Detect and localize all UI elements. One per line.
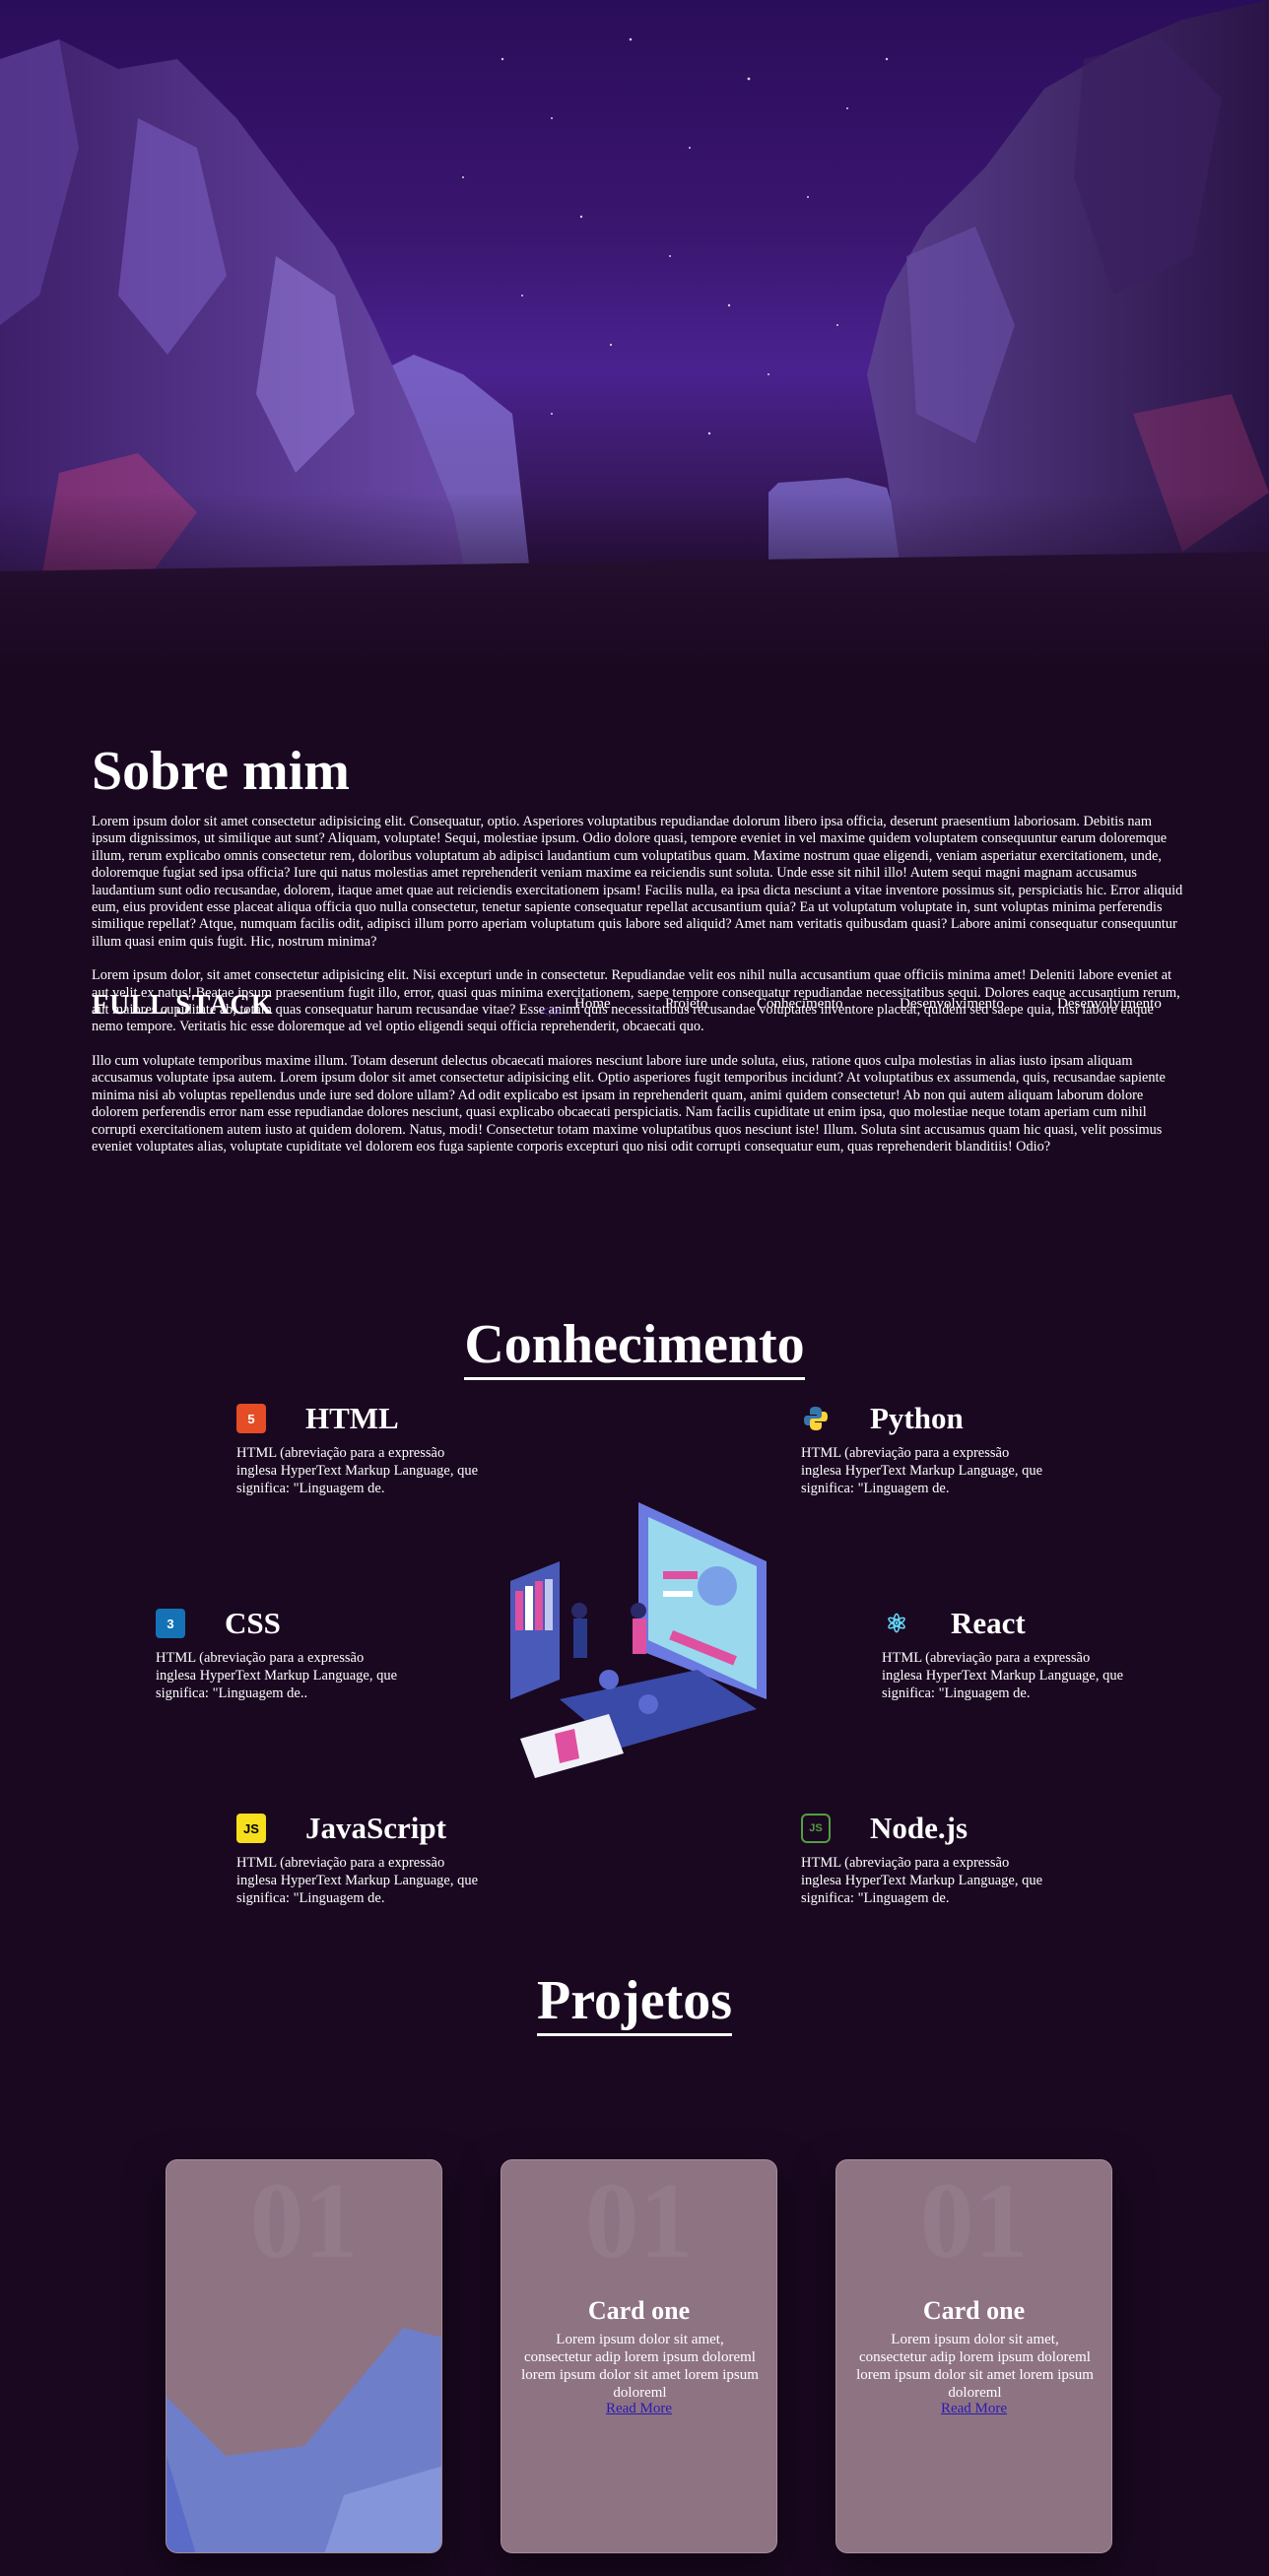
nav-link-desenvolvimento-2[interactable]: Desenvolvimento [1057, 996, 1162, 1013]
skill-desc: HTML (abreviação para a expressão ingles… [236, 1855, 478, 1906]
about-paragraph: Illo cum voluptate temporibus maxime ill… [92, 1052, 1166, 1155]
skill-title: Python [870, 1401, 964, 1435]
brand-logo[interactable]: FULL STACK [92, 990, 274, 1022]
skill-title: JavaScript [305, 1811, 446, 1845]
nav-link-desenvolvimento[interactable]: Desenvolvimento [900, 996, 1004, 1013]
project-card[interactable]: 01 Card one Lorem ipsum dolor sit amet, … [835, 2159, 1112, 2553]
canyon-illustration [0, 0, 1269, 670]
nav-link-projeto[interactable]: Projeto [665, 996, 707, 1013]
projects-title: Projetos [0, 1969, 1269, 2036]
project-card[interactable]: 01 [166, 2159, 442, 2553]
hero-banner [0, 0, 1269, 670]
about-section: Sobre mim Lorem ipsum dolor sit amet con… [92, 739, 1185, 1172]
skill-desc: HTML (abreviação para a expressão ingles… [882, 1650, 1123, 1701]
skill-title: CSS [225, 1606, 281, 1640]
card-title: Card one [587, 2296, 691, 2325]
skill-python: Python HTML (abreviação para a expressão… [801, 1399, 1057, 1497]
skill-title: Node.js [870, 1811, 968, 1845]
css3-icon: 3 [156, 1609, 185, 1638]
skill-react: ⚛ React HTML (abreviação para a expressã… [882, 1604, 1138, 1702]
react-icon: ⚛ [885, 1608, 908, 1638]
skill-desc: HTML (abreviação para a expressão ingles… [801, 1855, 1042, 1906]
read-more-link[interactable]: Read More [606, 2401, 672, 2416]
card-image [167, 2328, 441, 2552]
project-card[interactable]: 01 Card one Lorem ipsum dolor sit amet, … [501, 2159, 777, 2553]
card-text: Lorem ipsum dolor sit amet, consectetur … [856, 2332, 1094, 2401]
nav-link-home[interactable]: Home [574, 996, 611, 1013]
skill-javascript: JS JavaScript HTML (abreviação para a ex… [236, 1809, 493, 1907]
card-number: 01 [919, 2160, 1029, 2280]
python-icon [801, 1404, 831, 1433]
about-paragraph: Lorem ipsum dolor sit amet consectetur a… [92, 814, 1183, 950]
skill-desc: HTML (abreviação para a expressão ingles… [156, 1650, 397, 1701]
nav-link-conhecimento[interactable]: Conhecimento [757, 996, 842, 1013]
study-illustration [501, 1502, 776, 1788]
skill-html: 5 HTML HTML (abreviação para a expressão… [236, 1399, 493, 1497]
about-title: Sobre mim [92, 741, 350, 802]
read-more-link[interactable]: Read More [941, 2401, 1007, 2416]
navbar: FULL STACK </> Home Projeto Conhecimento… [92, 990, 1185, 1022]
skill-desc: HTML (abreviação para a expressão ingles… [801, 1445, 1042, 1496]
knowledge-title: Conhecimento [0, 1313, 1269, 1380]
skill-title: HTML [305, 1401, 399, 1435]
code-icon: </> [540, 1004, 563, 1021]
skill-desc: HTML (abreviação para a expressão ingles… [236, 1445, 478, 1496]
skill-css: 3 CSS HTML (abreviação para a expressão … [156, 1604, 412, 1702]
skill-nodejs: JS Node.js HTML (abreviação para a expre… [801, 1809, 1057, 1907]
card-number: 01 [584, 2160, 694, 2280]
card-title: Card one [922, 2296, 1026, 2325]
javascript-icon: JS [236, 1814, 266, 1843]
html5-icon: 5 [236, 1404, 266, 1433]
card-text: Lorem ipsum dolor sit amet, consectetur … [521, 2332, 759, 2401]
skill-title: React [951, 1606, 1026, 1640]
nodejs-icon: JS [801, 1814, 831, 1843]
